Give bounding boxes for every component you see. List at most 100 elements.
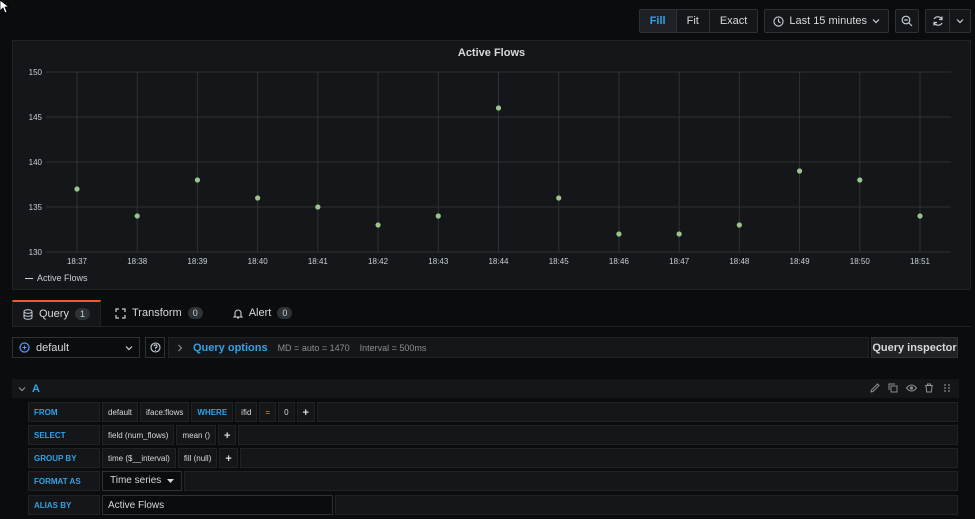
format-select[interactable]: Time series xyxy=(102,471,182,491)
groupby-row: GROUP BY time ($__interval) fill (null) … xyxy=(28,448,958,468)
measurement-segment[interactable]: iface:flows xyxy=(140,402,190,422)
tab-alert-label: Alert xyxy=(248,307,272,319)
influxdb-icon xyxy=(19,342,30,353)
format-row: FORMAT AS Time series xyxy=(28,471,958,491)
x-tick-label: 18:50 xyxy=(850,257,871,266)
select-keyword: SELECT xyxy=(28,425,100,445)
refresh-button[interactable] xyxy=(926,10,950,32)
fit-button[interactable]: Fit xyxy=(677,10,710,32)
tab-alert[interactable]: Alert 0 xyxy=(223,300,303,326)
chevron-down-icon xyxy=(956,19,964,24)
where-keyword: WHERE xyxy=(191,402,234,422)
remove-query-button[interactable] xyxy=(923,381,935,395)
select-aggregation-segment[interactable]: mean () xyxy=(176,425,217,445)
format-value: Time series xyxy=(110,475,162,486)
x-tick-label: 18:49 xyxy=(790,257,811,266)
chevron-down-icon xyxy=(125,345,133,350)
max-datapoints-info: MD = auto = 1470 xyxy=(277,342,350,353)
x-tick-label: 18:46 xyxy=(609,257,630,266)
from-keyword: FROM xyxy=(28,402,100,422)
tabs-divider xyxy=(12,326,971,327)
exact-button[interactable]: Exact xyxy=(710,10,758,32)
data-point xyxy=(435,213,441,219)
zoom-out-icon xyxy=(901,15,913,27)
drag-handle[interactable] xyxy=(941,381,953,395)
groupby-time-segment[interactable]: time ($__interval) xyxy=(102,448,176,468)
clock-icon xyxy=(773,15,784,27)
select-field-segment[interactable]: field (num_flows) xyxy=(102,425,175,445)
panel-title[interactable]: Active Flows xyxy=(13,47,970,59)
question-circle-icon xyxy=(149,342,161,353)
data-point xyxy=(74,186,80,192)
tab-transform[interactable]: Transform 0 xyxy=(105,300,213,326)
alias-input[interactable] xyxy=(102,495,333,515)
trash-icon xyxy=(925,383,933,393)
datasource-select[interactable]: default xyxy=(12,337,140,358)
hide-query-button[interactable] xyxy=(905,381,917,395)
row-filler xyxy=(184,471,958,491)
add-groupby-button[interactable]: + xyxy=(219,448,238,468)
x-tick-label: 18:44 xyxy=(488,257,509,266)
tab-query-count: 1 xyxy=(74,308,90,320)
data-point xyxy=(315,204,321,210)
x-tick-label: 18:41 xyxy=(308,257,329,266)
tab-query[interactable]: Query 1 xyxy=(12,300,101,326)
data-point xyxy=(616,231,622,237)
query-row-header: A xyxy=(12,379,959,398)
query-options-label: Query options xyxy=(193,341,268,354)
chevron-right-icon xyxy=(178,344,183,351)
zoom-out-button[interactable] xyxy=(895,9,919,33)
transform-icon xyxy=(115,307,126,319)
x-tick-label: 18:42 xyxy=(368,257,389,266)
zoom-mode-group: Fill Fit Exact xyxy=(638,9,759,33)
retention-policy-segment[interactable]: default xyxy=(102,402,139,422)
scatter-chart: 130 135 140 145 150 18:37 18:38 18:39 18:40 18:41… xyxy=(29,68,951,266)
tab-transform-label: Transform xyxy=(131,307,182,319)
data-point xyxy=(194,177,201,183)
edit-query-button[interactable] xyxy=(869,381,881,395)
pencil-icon xyxy=(870,383,880,393)
refresh-group xyxy=(925,9,971,33)
x-tick-label: 18:47 xyxy=(669,257,690,266)
tab-transform-count: 0 xyxy=(187,307,203,319)
mouse-cursor-icon xyxy=(0,0,10,14)
time-range-label: Last 15 minutes xyxy=(789,15,867,27)
add-where-button[interactable]: + xyxy=(296,402,315,422)
duplicate-query-button[interactable] xyxy=(887,381,899,395)
alias-row: ALIAS BY xyxy=(28,495,958,515)
x-tick-label: 18:45 xyxy=(549,257,570,266)
x-tick-label: 18:38 xyxy=(127,257,148,266)
format-keyword: FORMAT AS xyxy=(28,471,100,491)
data-point xyxy=(917,213,923,219)
query-ref-id[interactable]: A xyxy=(32,383,40,395)
query-options-bar[interactable]: Query options MD = auto = 1470 Interval … xyxy=(168,337,869,358)
data-point xyxy=(736,222,742,228)
groupby-keyword: GROUP BY xyxy=(28,448,100,468)
add-select-button[interactable]: + xyxy=(218,425,237,445)
chart-legend: Active Flows xyxy=(25,273,88,283)
dashboard-toolbar: Fill Fit Exact Last 15 minutes xyxy=(638,9,971,33)
data-point xyxy=(796,168,803,174)
where-operator-segment[interactable]: = xyxy=(259,402,277,422)
time-range-picker[interactable]: Last 15 minutes xyxy=(764,9,889,33)
data-point xyxy=(375,222,381,228)
eye-icon xyxy=(905,384,917,392)
refresh-interval-button[interactable] xyxy=(950,10,970,32)
refresh-icon xyxy=(932,16,943,26)
data-point xyxy=(857,177,863,183)
x-tick-label: 18:51 xyxy=(910,257,931,266)
where-value-segment[interactable]: 0 xyxy=(278,402,295,422)
fill-button[interactable]: Fill xyxy=(639,10,677,32)
data-point xyxy=(134,213,140,219)
y-tick-label: 145 xyxy=(29,113,43,122)
chevron-down-icon[interactable] xyxy=(18,385,26,393)
row-filler xyxy=(238,425,958,445)
query-inspector-button[interactable]: Query inspector xyxy=(871,337,958,358)
tab-query-label: Query xyxy=(39,308,69,320)
editor-tabs: Query 1 Transform 0 Alert 0 xyxy=(12,300,302,326)
tab-alert-count: 0 xyxy=(277,307,293,319)
legend-label[interactable]: Active Flows xyxy=(37,273,88,283)
datasource-help-button[interactable] xyxy=(145,337,165,358)
where-key-segment[interactable]: ifid xyxy=(235,402,258,422)
groupby-fill-segment[interactable]: fill (null) xyxy=(177,448,218,468)
